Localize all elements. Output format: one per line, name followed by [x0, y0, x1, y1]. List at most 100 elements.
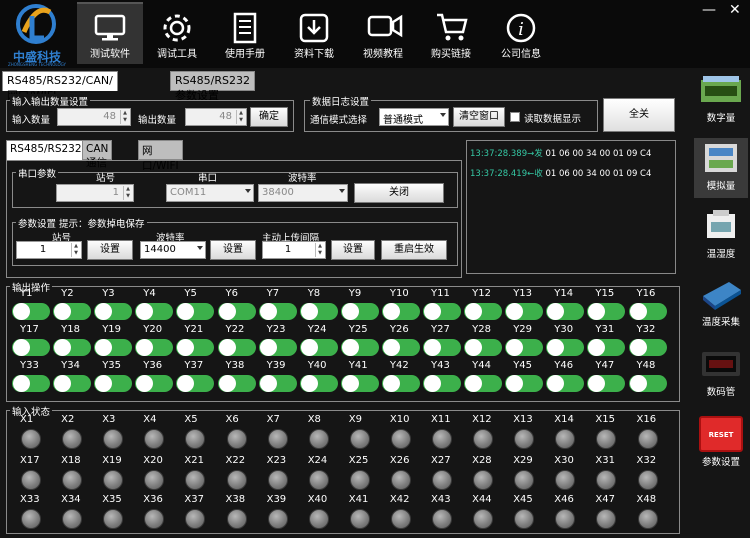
output-toggle[interactable]: [381, 375, 420, 392]
log-window[interactable]: 13:37:28.389→发 01 06 00 34 00 01 09 C4 1…: [466, 140, 676, 274]
serial-port-select[interactable]: COM11: [166, 184, 254, 202]
output-toggle[interactable]: [546, 303, 585, 320]
tab-network-wifi[interactable]: 网口/WIFI: [138, 140, 183, 172]
output-toggle[interactable]: [94, 303, 133, 320]
stepper-arrows-icon[interactable]: ▲ ▼: [315, 243, 324, 257]
output-label: Y20: [143, 324, 163, 335]
output-toggle[interactable]: [176, 339, 215, 356]
output-toggle[interactable]: [299, 375, 338, 392]
toolbar-buy[interactable]: 购买链接: [418, 2, 484, 64]
output-toggle[interactable]: [587, 339, 626, 356]
set-baud-button[interactable]: 设置: [210, 240, 256, 260]
all-off-button[interactable]: 全关: [603, 98, 675, 132]
tab-rs485[interactable]: RS485/RS232: [6, 140, 86, 160]
clear-window-button[interactable]: 清空窗口: [453, 107, 505, 127]
param-baud-select[interactable]: 14400: [140, 241, 206, 259]
output-toggle[interactable]: [340, 375, 379, 392]
output-toggle[interactable]: [381, 303, 420, 320]
output-toggle[interactable]: [12, 303, 50, 320]
toolbar-manual[interactable]: 使用手册: [212, 2, 278, 64]
stepper-arrows-icon[interactable]: ▲ ▼: [120, 110, 129, 124]
output-toggle[interactable]: [53, 375, 92, 392]
output-toggle[interactable]: [381, 339, 420, 356]
sidebar-item-digital-display[interactable]: 数码管: [694, 344, 748, 406]
output-toggle[interactable]: [135, 339, 174, 356]
output-toggle[interactable]: [176, 303, 215, 320]
param-station-stepper[interactable]: 1 ▲ ▼: [16, 241, 82, 259]
output-toggle[interactable]: [94, 375, 133, 392]
output-toggle[interactable]: [340, 303, 379, 320]
output-toggle[interactable]: [505, 303, 544, 320]
output-toggle[interactable]: [217, 375, 256, 392]
tab-communication[interactable]: RS485/RS232/CAN/网口/WIFI: [2, 71, 118, 102]
output-toggle[interactable]: [464, 339, 503, 356]
output-toggle[interactable]: [587, 303, 626, 320]
set-interval-button[interactable]: 设置: [331, 240, 375, 260]
output-toggle[interactable]: [135, 375, 174, 392]
serial-station-stepper[interactable]: 1 ▲ ▼: [56, 184, 134, 202]
output-toggle[interactable]: [94, 339, 133, 356]
output-toggle[interactable]: [505, 375, 544, 392]
stepper-arrows-icon[interactable]: ▲ ▼: [71, 243, 80, 257]
output-toggle[interactable]: [628, 303, 667, 320]
output-toggle[interactable]: [258, 339, 297, 356]
set-station-button[interactable]: 设置: [87, 240, 133, 260]
output-toggle[interactable]: [423, 303, 461, 320]
serial-baud-select[interactable]: 38400: [258, 184, 348, 202]
sidebar-item-digital[interactable]: 数字量: [694, 70, 748, 130]
toolbar-test-software[interactable]: 测试软件: [77, 2, 143, 64]
info-icon: i: [506, 13, 536, 43]
data-log-legend: 数据日志设置: [310, 94, 372, 108]
minimize-button[interactable]: —: [702, 2, 716, 18]
output-toggle[interactable]: [258, 303, 297, 320]
output-toggle[interactable]: [12, 339, 50, 356]
output-toggle[interactable]: [464, 303, 503, 320]
output-toggle[interactable]: [587, 375, 626, 392]
output-toggle[interactable]: [546, 339, 585, 356]
input-status-led: [62, 509, 83, 529]
tab-parameter-settings[interactable]: RS485/RS232参数设置: [170, 71, 255, 102]
serial-station-label: 站号: [96, 173, 116, 184]
close-port-button[interactable]: 关闭: [354, 183, 444, 203]
output-label: Y40: [307, 360, 327, 371]
stepper-arrows-icon[interactable]: ▲ ▼: [236, 110, 245, 124]
param-baud-value: 14400: [144, 244, 176, 255]
tab-can[interactable]: CAN通信: [82, 140, 113, 169]
output-toggle[interactable]: [546, 375, 585, 392]
toolbar-debug-tools[interactable]: 调试工具: [144, 2, 210, 64]
output-toggle[interactable]: [217, 339, 256, 356]
input-count-stepper[interactable]: 48 ▲ ▼: [57, 108, 131, 126]
output-toggle[interactable]: [53, 339, 92, 356]
input-label: X31: [595, 455, 615, 466]
output-toggle[interactable]: [628, 375, 667, 392]
output-toggle[interactable]: [423, 339, 461, 356]
upload-interval-stepper[interactable]: 1 ▲ ▼: [262, 241, 326, 259]
output-toggle[interactable]: [464, 375, 503, 392]
close-button[interactable]: ✕: [729, 2, 741, 18]
output-toggle[interactable]: [176, 375, 215, 392]
output-toggle[interactable]: [217, 303, 256, 320]
confirm-button[interactable]: 确定: [250, 107, 288, 127]
output-toggle[interactable]: [135, 303, 174, 320]
toolbar-company-info[interactable]: i 公司信息: [488, 2, 554, 64]
sidebar-item-param-settings[interactable]: RESET 参数设置: [694, 414, 748, 476]
output-toggle[interactable]: [299, 303, 338, 320]
toolbar-download[interactable]: 资料下载: [281, 2, 347, 64]
output-toggle[interactable]: [53, 303, 92, 320]
mode-select[interactable]: 普通模式: [379, 108, 449, 126]
stepper-arrows-icon[interactable]: ▲ ▼: [123, 186, 132, 200]
output-toggle[interactable]: [258, 375, 297, 392]
sidebar-item-analog[interactable]: 模拟量: [694, 138, 748, 198]
output-toggle[interactable]: [505, 339, 544, 356]
toolbar-video[interactable]: 视频教程: [350, 2, 416, 64]
restart-button[interactable]: 重启生效: [381, 240, 447, 260]
read-display-checkbox[interactable]: [510, 112, 520, 122]
output-toggle[interactable]: [299, 339, 338, 356]
output-toggle[interactable]: [628, 339, 667, 356]
output-toggle[interactable]: [423, 375, 461, 392]
output-count-stepper[interactable]: 48 ▲ ▼: [185, 108, 247, 126]
output-toggle[interactable]: [340, 339, 379, 356]
sidebar-item-temperature[interactable]: 温度采集: [694, 274, 748, 336]
sidebar-item-humidity[interactable]: 温湿度: [694, 206, 748, 266]
output-toggle[interactable]: [12, 375, 50, 392]
